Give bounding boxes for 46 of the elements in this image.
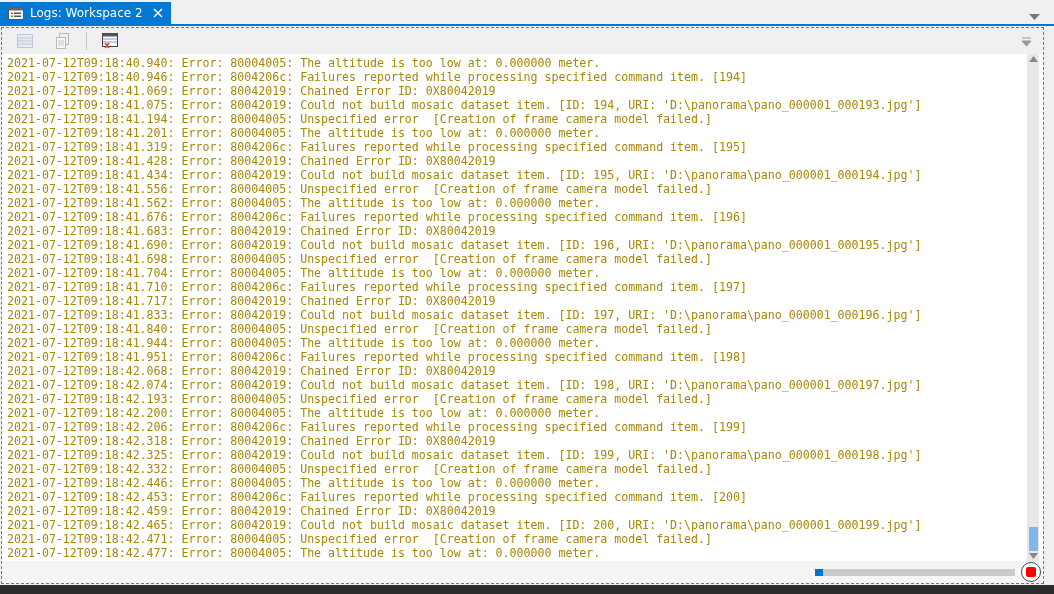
- log-line: 2021-07-12T09:18:42.193: Error: 80004005: Unspecified error [Creation of frame camera model failed.]: [7, 392, 713, 406]
- log-line: 2021-07-12T09:18:41.676: Error: 8004206c: Failures reported while processing specified command item. [196]: [7, 210, 748, 224]
- log-line: 2021-07-12T09:18:41.428: Error: 80042019: Chained Error ID: 0X80042019: [7, 154, 497, 168]
- log-line: 2021-07-12T09:18:41.194: Error: 80004005: Unspecified error [Creation of frame camera model failed.]: [7, 112, 713, 126]
- log-line: 2021-07-12T09:18:41.710: Error: 8004206c: Failures reported while processing specified command item. [197]: [7, 280, 748, 294]
- log-line: 2021-07-12T09:18:41.556: Error: 80004005: Unspecified error [Creation of frame camera model failed.]: [7, 182, 713, 196]
- log-line: 2021-07-12T09:18:42.074: Error: 80042019: Could not build mosaic dataset item. [ID: 198, URI: 'D:\panorama\pano_000001_000197.jpg']: [7, 378, 923, 392]
- log-line: 2021-07-12T09:18:41.704: Error: 80004005: The altitude is too low at: 0.000000 meter.: [7, 266, 602, 280]
- log-line: 2021-07-12T09:18:41.683: Error: 80042019: Chained Error ID: 0X80042019: [7, 224, 497, 238]
- log-line: 2021-07-12T09:18:42.477: Error: 80004005: The altitude is too low at: 0.000000 meter.: [7, 546, 602, 560]
- scroll-up-icon[interactable]: [1028, 56, 1038, 62]
- log-line: 2021-07-12T09:18:41.562: Error: 80004005: The altitude is too low at: 0.000000 meter.: [7, 196, 602, 210]
- scrollbar[interactable]: [1027, 54, 1039, 561]
- log-line: 2021-07-12T09:18:41.951: Error: 8004206c: Failures reported while processing specified command item. [198]: [7, 350, 748, 364]
- log-line: 2021-07-12T09:18:42.471: Error: 80004005: Unspecified error [Creation of frame camera model failed.]: [7, 532, 713, 546]
- close-icon[interactable]: [152, 8, 163, 18]
- log-line: 2021-07-12T09:18:40.940: Error: 80004005: The altitude is too low at: 0.000000 meter.: [7, 56, 602, 70]
- log-line: 2021-07-12T09:18:41.319: Error: 8004206c: Failures reported while processing specified command item. [195]: [7, 140, 748, 154]
- log-line: 2021-07-12T09:18:41.434: Error: 80042019: Could not build mosaic dataset item. [ID: 195, URI: 'D:\panorama\pano_000001_000194.jpg']: [7, 168, 923, 182]
- window-icon: [8, 6, 24, 20]
- log-line: 2021-07-12T09:18:41.944: Error: 80004005: The altitude is too low at: 0.000000 meter.: [7, 336, 602, 350]
- dropdown-arrow-icon[interactable]: [1029, 14, 1040, 20]
- scroll-down-icon[interactable]: [1028, 553, 1038, 559]
- log-line: 2021-07-12T09:18:42.465: Error: 80042019: Could not build mosaic dataset item. [ID: 200, URI: 'D:\panorama\pano_000001_000199.jpg']: [7, 518, 923, 532]
- log-line: 2021-07-12T09:18:42.068: Error: 80042019: Chained Error ID: 0X80042019: [7, 364, 497, 378]
- log-line: 2021-07-12T09:18:42.325: Error: 80042019: Could not build mosaic dataset item. [ID: 199, URI: 'D:\panorama\pano_000001_000198.jpg']: [7, 448, 923, 462]
- log-line: 2021-07-12T09:18:42.446: Error: 80004005: The altitude is too low at: 0.000000 meter.: [7, 476, 602, 490]
- log-line: 2021-07-12T09:18:41.075: Error: 80042019: Could not build mosaic dataset item. [ID: 194, URI: 'D:\panorama\pano_000001_000193.jpg']: [7, 98, 923, 112]
- log-line: 2021-07-12T09:18:41.690: Error: 80042019: Could not build mosaic dataset item. [ID: 196, URI: 'D:\panorama\pano_000001_000195.jpg']: [7, 238, 923, 252]
- scroll-thumb[interactable]: [1028, 527, 1038, 551]
- log-line: 2021-07-12T09:18:42.200: Error: 80004005: The altitude is too low at: 0.000000 meter.: [7, 406, 602, 420]
- log-line: 2021-07-12T09:18:42.206: Error: 8004206c: Failures reported while processing specified command item. [199]: [7, 420, 748, 434]
- log-line: 2021-07-12T09:18:40.946: Error: 8004206c: Failures reported while processing specified command item. [194]: [7, 70, 748, 84]
- log-line: 2021-07-12T09:18:41.833: Error: 80042019: Could not build mosaic dataset item. [ID: 197, URI: 'D:\panorama\pano_000001_000196.jpg']: [7, 308, 923, 322]
- overflow-icon[interactable]: [1022, 36, 1031, 46]
- log-line: 2021-07-12T09:18:41.840: Error: 80004005: Unspecified error [Creation of frame camera model failed.]: [7, 322, 713, 336]
- log-line: 2021-07-12T09:18:42.318: Error: 80042019: Chained Error ID: 0X80042019: [7, 434, 497, 448]
- log-line: 2021-07-12T09:18:42.459: Error: 80042019: Chained Error ID: 0X80042019: [7, 504, 497, 518]
- log-line: 2021-07-12T09:18:41.069: Error: 80042019: Chained Error ID: 0X80042019: [7, 84, 497, 98]
- log-line: 2021-07-12T09:18:41.698: Error: 80004005: Unspecified error [Creation of frame camera model failed.]: [7, 252, 713, 266]
- log-line: 2021-07-12T09:18:42.332: Error: 80004005: Unspecified error [Creation of frame camera model failed.]: [7, 462, 713, 476]
- log-line: 2021-07-12T09:18:41.201: Error: 80004005: The altitude is too low at: 0.000000 meter.: [7, 126, 602, 140]
- stop-button[interactable]: [1021, 562, 1041, 582]
- log-line: 2021-07-12T09:18:41.717: Error: 80042019: Chained Error ID: 0X80042019: [7, 294, 497, 308]
- log-tab[interactable]: Logs: Workspace 2: [0, 2, 171, 24]
- log-line: 2021-07-12T09:18:42.453: Error: 8004206c: Failures reported while processing specified command item. [200]: [7, 490, 748, 504]
